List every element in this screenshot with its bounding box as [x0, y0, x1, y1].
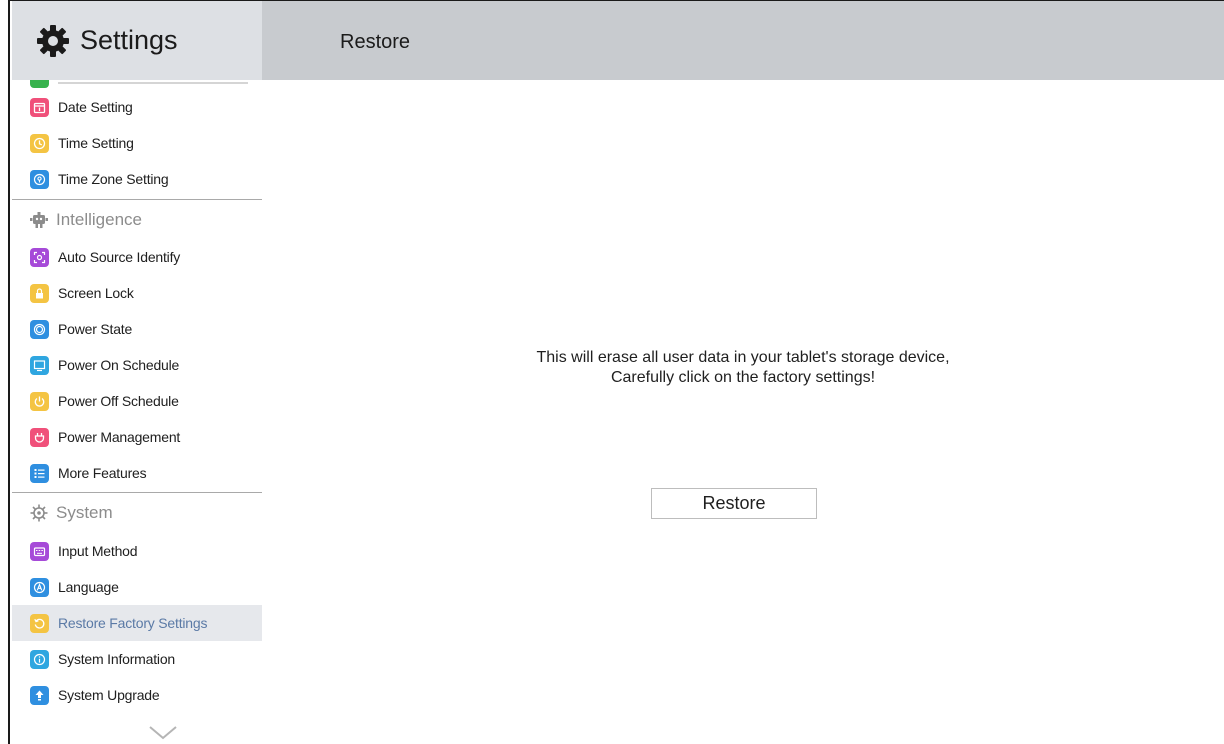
- page-title: Restore: [340, 31, 411, 53]
- partial-item-icon: [30, 80, 49, 88]
- gear-icon: [37, 24, 69, 57]
- sidebar-item-auto-source-identify[interactable]: Auto Source Identify: [12, 239, 262, 275]
- power-state-icon: [30, 319, 49, 339]
- language-icon: [30, 577, 49, 597]
- focus-icon: [30, 247, 49, 267]
- calendar-icon: [30, 97, 49, 117]
- warning-message-line-2: Carefully click on the factory settings!: [610, 369, 876, 386]
- sidebar-item-input-method[interactable]: Input Method: [12, 533, 262, 569]
- sidebar-header: Settings: [12, 1, 262, 80]
- sidebar-item-label: System Information: [58, 651, 175, 667]
- plug-icon: [30, 427, 49, 447]
- info-icon: [30, 649, 49, 669]
- sidebar[interactable]: Date Setting Time Setting Time Zone Sett…: [12, 80, 262, 744]
- window-left-border: [0, 0, 10, 744]
- clock-icon: [30, 133, 49, 153]
- restore-button[interactable]: Restore: [651, 488, 817, 519]
- list-icon: [30, 463, 49, 483]
- section-label: System: [56, 502, 113, 522]
- restore-icon: [30, 613, 49, 633]
- sidebar-item-label: Power Off Schedule: [58, 393, 179, 409]
- sidebar-item-label: More Features: [58, 465, 147, 481]
- sidebar-item-more-features[interactable]: More Features: [12, 455, 262, 491]
- sidebar-item-label: Input Method: [58, 543, 138, 559]
- sidebar-item-language[interactable]: Language: [12, 569, 262, 605]
- sidebar-item-restore-factory-settings[interactable]: Restore Factory Settings: [12, 605, 262, 641]
- settings-window: Settings Restore Date Setting Time Setti…: [0, 0, 1224, 744]
- sidebar-item-label: Time Zone Setting: [58, 171, 169, 187]
- sidebar-item-label: Auto Source Identify: [58, 249, 181, 265]
- sidebar-item-label: Power Management: [58, 429, 181, 445]
- sidebar-item-label: Time Setting: [58, 135, 134, 151]
- location-pin-icon: [30, 169, 49, 189]
- sidebar-item-power-on-schedule[interactable]: Power On Schedule: [12, 347, 262, 383]
- sidebar-item-label: Restore Factory Settings: [58, 615, 208, 631]
- sidebar-item-power-state[interactable]: Power State: [12, 311, 262, 347]
- system-gear-icon: [30, 504, 48, 521]
- sidebar-item-label: Date Setting: [58, 99, 133, 115]
- sidebar-item-label: Power On Schedule: [58, 357, 180, 373]
- partial-item-label: [58, 82, 248, 84]
- sidebar-item-date-setting[interactable]: Date Setting: [12, 89, 262, 125]
- sidebar-item-label: System Upgrade: [58, 687, 160, 703]
- keyboard-icon: [30, 541, 49, 561]
- content-panel: This will erase all user data in your ta…: [262, 80, 1224, 744]
- sidebar-item-partial[interactable]: [12, 80, 262, 88]
- sidebar-title: Settings: [80, 25, 178, 55]
- warning-message: This will erase all user data in your ta…: [262, 348, 1224, 388]
- section-header-intelligence: Intelligence: [12, 199, 262, 239]
- sidebar-item-label: Screen Lock: [58, 285, 134, 301]
- sidebar-item-system-upgrade[interactable]: System Upgrade: [12, 677, 262, 713]
- upgrade-icon: [30, 685, 49, 705]
- sidebar-item-label: Power State: [58, 321, 133, 337]
- robot-icon: [30, 211, 48, 228]
- sidebar-item-label: Language: [58, 579, 119, 595]
- monitor-icon: [30, 355, 49, 375]
- sidebar-item-power-management[interactable]: Power Management: [12, 419, 262, 455]
- section-label: Intelligence: [56, 209, 143, 229]
- chevron-down-icon[interactable]: [148, 725, 178, 741]
- warning-message-line-1: This will erase all user data in your ta…: [536, 349, 950, 366]
- power-icon: [30, 391, 49, 411]
- sidebar-item-system-information[interactable]: System Information: [12, 641, 262, 677]
- section-header-system: System: [12, 492, 262, 532]
- sidebar-item-power-off-schedule[interactable]: Power Off Schedule: [12, 383, 262, 419]
- lock-icon: [30, 283, 49, 303]
- sidebar-item-time-zone-setting[interactable]: Time Zone Setting: [12, 161, 262, 197]
- sidebar-item-screen-lock[interactable]: Screen Lock: [12, 275, 262, 311]
- top-bar: Restore: [262, 1, 1224, 80]
- sidebar-item-time-setting[interactable]: Time Setting: [12, 125, 262, 161]
